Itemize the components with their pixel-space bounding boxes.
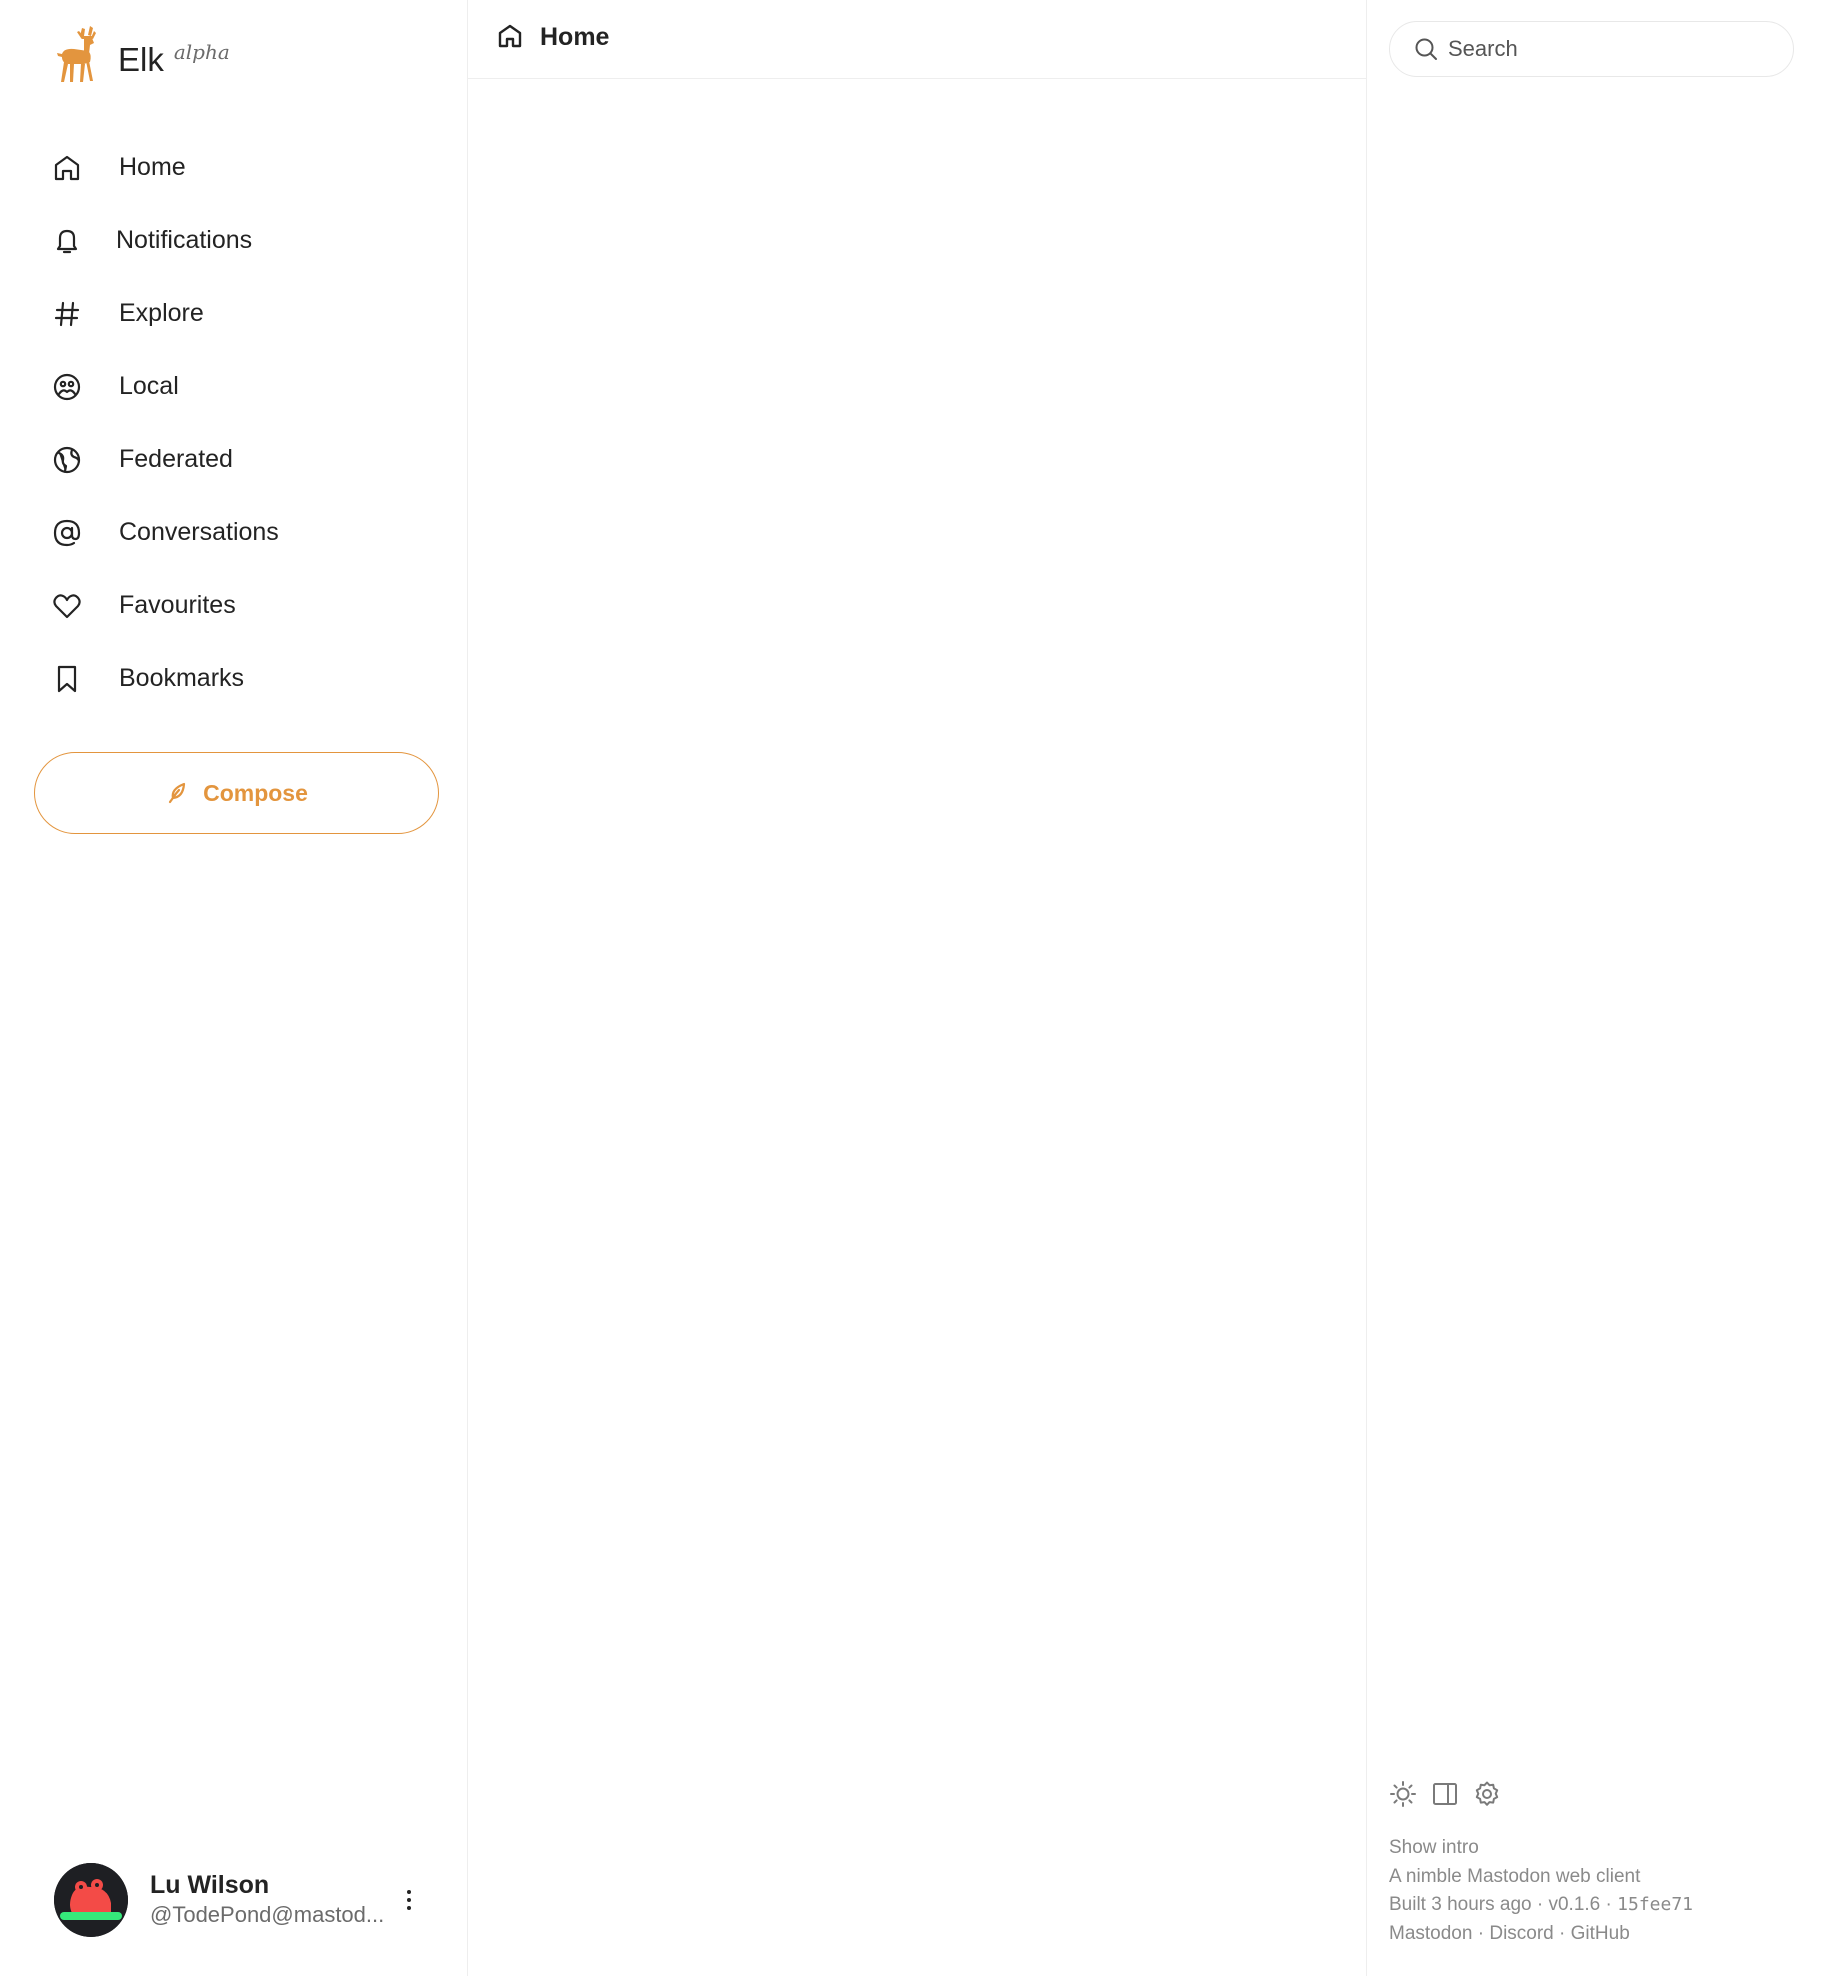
main-nav: Home Notifications Explore Local Federat… [50,131,279,715]
bookmark-icon [50,662,84,696]
mastodon-link[interactable]: Mastodon [1389,1923,1472,1944]
nav-item-notifications[interactable]: Notifications [50,204,279,277]
nav-item-bookmarks[interactable]: Bookmarks [50,642,279,715]
user-info: Lu Wilson @TodePond@mastod... [150,1870,390,1930]
search-input[interactable] [1448,36,1768,62]
page-header: Home [468,0,1366,79]
compose-label: Compose [203,779,308,806]
discord-link[interactable]: Discord [1489,1923,1553,1944]
search-box[interactable] [1389,21,1794,77]
commit-hash-link[interactable]: 15fee71 [1617,1894,1693,1915]
separator: · [1605,1894,1612,1915]
gear-icon [1475,1781,1499,1806]
sun-icon [1390,1781,1416,1807]
group-icon [50,370,84,404]
footer-toolbar [1389,1780,1501,1808]
avatar[interactable] [54,1863,128,1937]
more-options-icon[interactable] [394,1885,424,1915]
nav-item-home[interactable]: Home [50,131,279,204]
app-stage-tag: alpha [173,40,230,64]
app-logo-link[interactable]: Elk alpha [54,24,230,84]
separator: · [1477,1922,1485,1944]
nav-item-label: Federated [119,445,233,473]
settings-button[interactable] [1473,1780,1501,1808]
home-icon [50,151,84,185]
current-user: Lu Wilson @TodePond@mastod... [54,1863,424,1937]
app-version: v0.1.6 [1548,1894,1601,1915]
separator: · [1536,1894,1544,1915]
build-time: Built 3 hours ago [1389,1894,1532,1915]
nav-item-label: Conversations [119,518,279,546]
nav-item-favourites[interactable]: Favourites [50,569,279,642]
nav-item-conversations[interactable]: Conversations [50,496,279,569]
build-info: Built 3 hours ago · v0.1.6 · 15fee71 [1389,1891,1693,1920]
nav-item-label: Explore [119,299,204,327]
github-link[interactable]: GitHub [1571,1923,1630,1944]
user-display-name: Lu Wilson [150,1871,270,1899]
toggle-theme-button[interactable] [1389,1780,1417,1808]
nav-item-federated[interactable]: Federated [50,423,279,496]
app-tagline: A nimble Mastodon web client [1389,1865,1641,1887]
home-icon [498,24,522,48]
app-footer: Show intro A nimble Mastodon web client … [1389,1834,1693,1948]
nav-item-label: Bookmarks [119,664,245,692]
bell-icon [50,224,84,258]
globe-icon [50,443,84,477]
nav-item-label: Notifications [116,226,253,254]
footer-links: Mastodon · Discord · GitHub [1389,1920,1693,1949]
toggle-zen-mode-button[interactable] [1431,1780,1459,1808]
sidebar-layout-icon [1433,1783,1457,1805]
feather-icon [168,782,186,804]
nav-item-local[interactable]: Local [50,350,279,423]
show-intro-link[interactable]: Show intro [1389,1834,1693,1863]
elk-logo-icon [57,26,96,82]
compose-button[interactable]: Compose [34,752,439,834]
separator: · [1559,1922,1566,1944]
page-title: Home [540,22,610,51]
heart-icon [50,589,84,623]
nav-item-explore[interactable]: Explore [50,277,279,350]
user-handle: @TodePond@mastod... [150,1902,385,1927]
at-icon [50,516,84,550]
main-timeline: Home [468,0,1367,1976]
app-name: Elk [118,41,164,78]
nav-item-label: Local [119,372,179,400]
search-icon [1415,38,1437,60]
nav-item-label: Favourites [119,591,236,619]
frog-avatar-icon [54,1863,128,1937]
hashtag-icon [50,297,84,331]
left-sidebar: Elk alpha Home Notifications Explore Loc… [0,0,468,1976]
nav-item-label: Home [119,153,186,181]
right-sidebar: Show intro A nimble Mastodon web client … [1367,0,1821,1976]
